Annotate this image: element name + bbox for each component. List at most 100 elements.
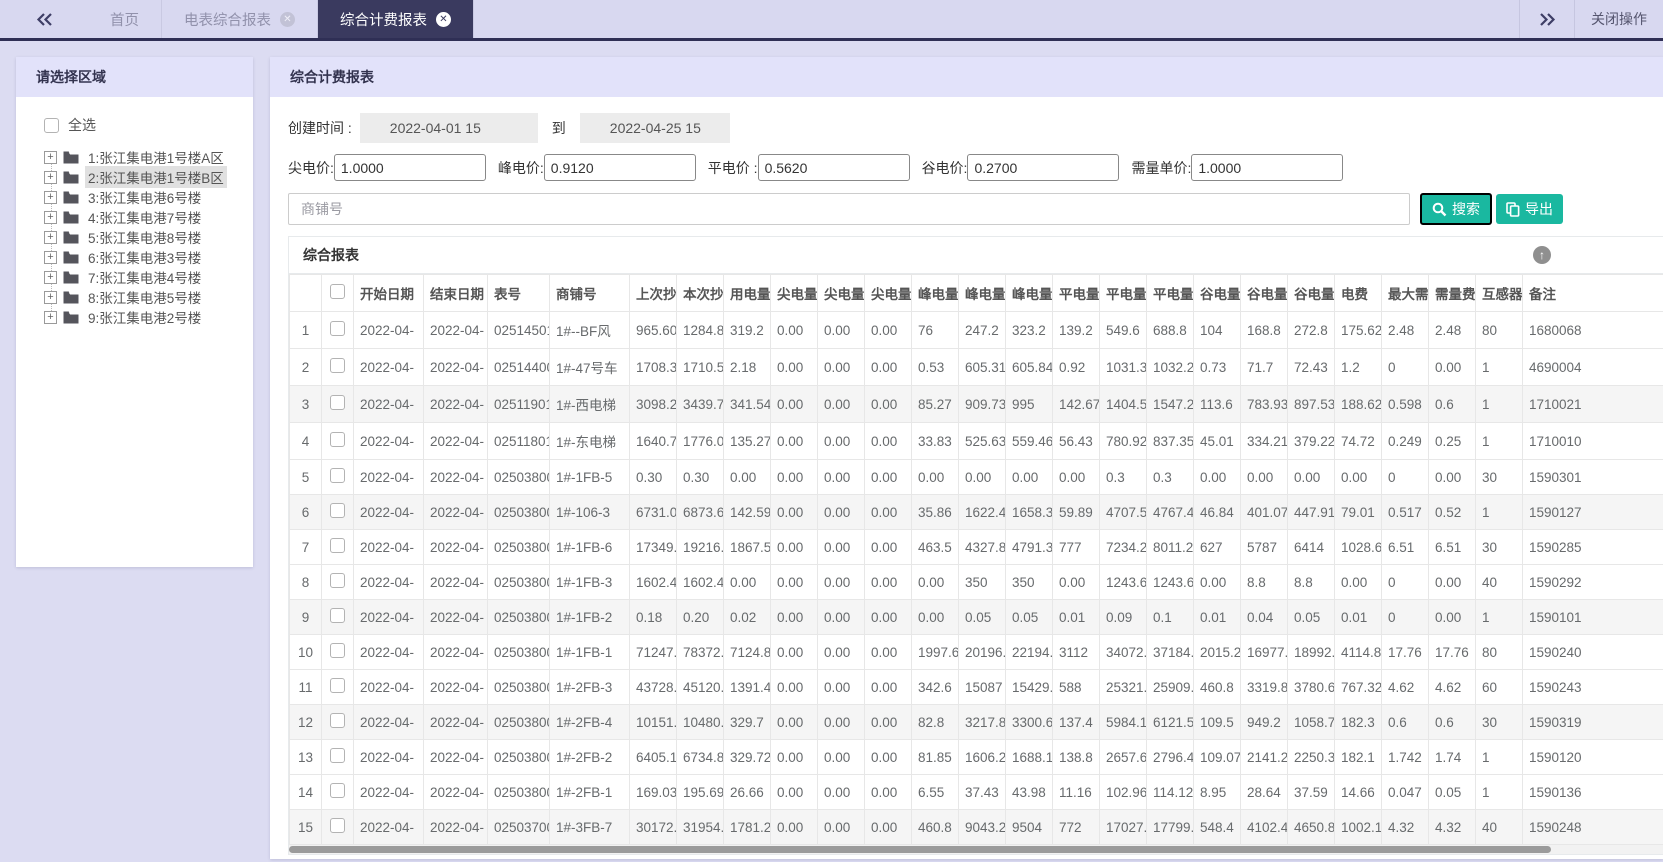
cell: 0.00 [958,459,1006,495]
cell: 188.62 [1334,385,1382,423]
row-checkbox[interactable] [330,503,345,518]
folder-icon [63,211,79,224]
cell: 1404.5 [1099,385,1147,423]
cell: 0.00 [864,564,912,600]
price-input-2[interactable] [543,154,696,181]
expand-icon[interactable]: + [44,210,57,224]
expand-icon[interactable]: + [44,230,57,244]
cell: 135.27 [723,422,771,460]
row-checkbox[interactable] [330,321,345,336]
cell: 2022-04- [353,739,424,775]
row-checkbox[interactable] [330,573,345,588]
date-to-input[interactable]: 2022-04-25 15 [579,113,730,143]
expand-icon[interactable]: + [44,290,57,304]
row-checkbox[interactable] [330,818,345,833]
select-all-checkbox[interactable] [44,117,59,133]
tab-close-icon[interactable]: ✕ [436,11,451,27]
cell: 2.18 [723,348,771,386]
expand-icon[interactable]: + [44,150,57,164]
scroll-tabs-right-icon[interactable] [1519,0,1575,38]
row-checkbox[interactable] [330,395,345,410]
header-checkbox[interactable] [330,284,345,299]
cell: 1#-2FB-3 [549,669,630,705]
tab-3[interactable]: 综合计费报表 ✕ [318,0,474,38]
cell: 1243.6 [1099,564,1147,600]
row-checkbox[interactable] [330,608,345,623]
expand-icon[interactable]: + [44,190,57,204]
row-checkbox[interactable] [330,783,345,798]
row-checkbox[interactable] [330,468,345,483]
row-checkbox[interactable] [330,748,345,763]
cell: 0 [1381,599,1429,635]
tree-item-2[interactable]: +2:张江集电港1号楼B区 [44,166,245,188]
search-icon [1432,202,1447,216]
tree-item-6[interactable]: +6:张江集电港3号楼 [44,247,245,267]
cell: 0.00 [770,669,818,705]
close-operations-menu[interactable]: 关闭操作 [1575,0,1663,38]
tree-item-4[interactable]: +4:张江集电港7号楼 [44,207,245,227]
tab-1[interactable]: 首页 [88,0,162,38]
date-from-input[interactable]: 2022-04-01 15 [359,113,538,143]
cell: 949.2 [1240,704,1288,740]
scroll-tabs-left-icon[interactable] [0,0,88,38]
tab-close-icon[interactable]: ✕ [280,11,295,27]
expand-icon[interactable]: + [44,170,57,184]
price-input-5[interactable] [1191,154,1344,181]
search-button[interactable]: 搜索 [1420,193,1492,225]
cell: 0.05 [1428,774,1476,810]
cell: 1 [1475,599,1523,635]
export-button[interactable]: 导出 [1496,194,1563,224]
cell: 0.25 [1428,422,1476,460]
tree-item-3[interactable]: +3:张江集电港6号楼 [44,187,245,207]
cell: 0.00 [770,599,818,635]
cell: 1 [1475,739,1523,775]
shop-number-input[interactable] [288,193,1410,225]
cell: 0.00 [864,704,912,740]
cell: 80 [1475,311,1523,349]
expand-icon[interactable]: + [44,310,57,324]
row-checkbox[interactable] [330,358,345,373]
tree-item-7[interactable]: +7:张江集电港4号楼 [44,267,245,287]
collapse-up-icon[interactable]: ↑ [1533,246,1551,264]
folder-icon [63,231,79,244]
horizontal-scrollbar[interactable] [289,845,1663,854]
cell: 1590120 [1522,739,1663,775]
expand-icon[interactable]: + [44,250,57,264]
price-input-1[interactable] [333,154,486,181]
to-label: 到 [551,120,566,136]
row-checkbox[interactable] [330,643,345,658]
cell: 10151. [629,704,677,740]
tree-item-5[interactable]: +5:张江集电港8号楼 [44,227,245,247]
double-chevron-right-icon [1539,12,1555,26]
cell: 0.6 [1381,704,1429,740]
folder-icon [63,251,79,264]
scrollbar-thumb[interactable] [289,846,1551,853]
tree-item-9[interactable]: +9:张江集电港2号楼 [44,307,245,327]
folder-icon [63,171,79,184]
cell: 0.00 [864,809,912,845]
tree-item-1[interactable]: +1:张江集电港1号楼A区 [44,147,245,167]
cell: 0.00 [817,348,865,386]
column-header: 谷电量 [1193,274,1241,312]
tree-item-8[interactable]: +8:张江集电港5号楼 [44,287,245,307]
tab-2[interactable]: 电表综合报表 ✕ [162,0,318,38]
table-row: 6 2022-04- 2022-04- 02503800 1#-106-3 6731.0 6… [289,494,1663,530]
cell: 401.07 [1240,494,1288,530]
cell: 2657.6 [1099,739,1147,775]
cell: 0.00 [770,634,818,670]
row-checkbox[interactable] [330,538,345,553]
price-input-4[interactable] [967,154,1120,181]
cell: 114.12 [1146,774,1194,810]
cell: 1590319 [1522,704,1663,740]
price-input-3[interactable] [757,154,910,181]
cell: 1#-3FB-7 [549,809,630,845]
cell: 17.76 [1381,634,1429,670]
cell: 2022-04- [423,529,488,565]
row-checkbox[interactable] [330,432,345,447]
cell: 1708.3 [629,348,677,386]
expand-icon[interactable]: + [44,270,57,284]
row-checkbox[interactable] [330,678,345,693]
select-all-row[interactable]: 全选 [44,115,245,135]
row-checkbox[interactable] [330,713,345,728]
table-row: 8 2022-04- 2022-04- 02503800 1#-1FB-3 1602.4 1… [289,564,1663,600]
